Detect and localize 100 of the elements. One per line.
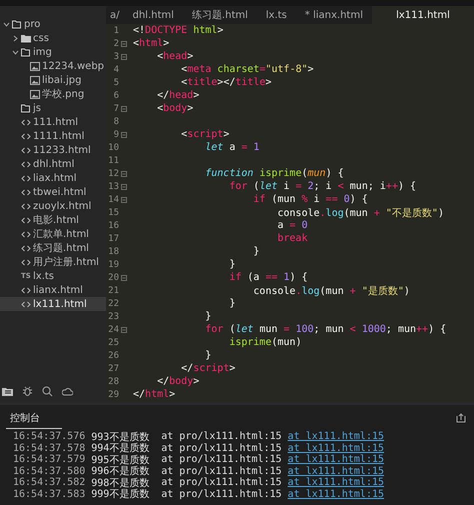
fold-icon[interactable] bbox=[121, 40, 127, 46]
tree-item[interactable]: 电影.html bbox=[0, 213, 106, 227]
editor-tab[interactable]: 练习题.html bbox=[182, 6, 257, 24]
console-tab[interactable]: 控制台 bbox=[6, 407, 62, 429]
code-icon bbox=[21, 216, 31, 224]
bug-icon[interactable] bbox=[22, 386, 33, 396]
fold-icon[interactable] bbox=[121, 106, 127, 112]
tree-item[interactable]: 汇款单.html bbox=[0, 227, 106, 241]
line-number: 9 bbox=[114, 130, 119, 140]
line-number: 22 bbox=[108, 298, 119, 308]
code-editor[interactable] bbox=[106, 24, 474, 402]
image-icon bbox=[30, 76, 40, 84]
code-line: if (mun % i == 0) { bbox=[252, 194, 368, 205]
line-number: 25 bbox=[108, 338, 119, 348]
tree-item[interactable]: 学校.png bbox=[0, 87, 106, 101]
tree-item[interactable]: 11233.html bbox=[0, 143, 106, 157]
code-line: } bbox=[252, 246, 260, 257]
tree-item[interactable]: lx111.html bbox=[0, 297, 106, 311]
code-icon bbox=[21, 188, 31, 196]
tree-item[interactable]: dhl.html bbox=[0, 157, 106, 171]
line-number: 13 bbox=[108, 182, 119, 192]
fold-icon[interactable] bbox=[121, 196, 127, 202]
line-number: 27 bbox=[108, 364, 119, 374]
tree-item[interactable]: liax.html bbox=[0, 171, 106, 185]
fold-icon[interactable] bbox=[121, 132, 127, 138]
line-number: 23 bbox=[108, 312, 119, 322]
log-timestamp: 16:54:37.579 bbox=[13, 454, 86, 466]
line-number: 1 bbox=[114, 26, 119, 36]
log-source: at pro/lx111.html:15 bbox=[161, 466, 282, 477]
cloud-icon[interactable] bbox=[62, 386, 73, 396]
tree-item[interactable]: 12234.webp bbox=[0, 59, 106, 73]
code-icon bbox=[21, 118, 31, 126]
log-message: 993不是质数 bbox=[91, 430, 150, 443]
code-line: </body> bbox=[156, 376, 200, 387]
tree-item[interactable]: 111.html bbox=[0, 115, 106, 129]
source-link[interactable]: at lx111.html:15 bbox=[288, 442, 384, 454]
fold-icon[interactable] bbox=[121, 54, 127, 60]
log-source: at pro/lx111.html:15 bbox=[161, 431, 282, 442]
line-number: 21 bbox=[108, 286, 119, 296]
editor-tab[interactable]: lx111.html bbox=[372, 6, 474, 24]
fold-icon[interactable] bbox=[121, 170, 127, 176]
log-message: 999不是质数 bbox=[91, 488, 150, 502]
code-line: <body> bbox=[156, 103, 194, 114]
file-list-icon[interactable] bbox=[2, 386, 13, 396]
line-number: 24 bbox=[108, 324, 119, 334]
tree-item[interactable]: libai.jpg bbox=[0, 73, 106, 87]
line-number: 11 bbox=[108, 156, 119, 166]
line-number: 3 bbox=[114, 52, 119, 62]
code-line: isprime(mun) bbox=[228, 337, 302, 348]
tree-item[interactable]: 练习题.html bbox=[0, 241, 106, 255]
tree-item[interactable]: js bbox=[0, 101, 106, 115]
line-number: 4 bbox=[114, 64, 119, 74]
source-link[interactable]: at lx111.html:15 bbox=[288, 431, 384, 442]
tree-item[interactable]: lianx.html bbox=[0, 283, 106, 297]
tree-item[interactable]: 用户注册.html bbox=[0, 255, 106, 269]
open-folder-icon bbox=[21, 104, 31, 112]
log-timestamp: 16:54:37.576 bbox=[13, 431, 86, 442]
code-line: <!DOCTYPE html> bbox=[133, 25, 224, 36]
editor-tab[interactable]: dhl.html bbox=[124, 6, 183, 24]
source-link[interactable]: at lx111.html:15 bbox=[288, 488, 384, 500]
log-timestamp: 16:54:37.583 bbox=[13, 488, 86, 500]
code-line: } bbox=[204, 350, 212, 361]
chevron-right-icon[interactable] bbox=[12, 34, 19, 42]
editor-tab[interactable]: lx.ts bbox=[256, 6, 296, 24]
line-number: 29 bbox=[108, 390, 119, 400]
tree-item[interactable]: zuoylx.html bbox=[0, 199, 106, 213]
code-line: <script> bbox=[180, 129, 230, 140]
search-icon[interactable] bbox=[42, 386, 53, 396]
code-line: function isprime(mun) { bbox=[204, 168, 344, 179]
line-number: 7 bbox=[114, 104, 119, 114]
tree-item[interactable]: 1111.html bbox=[0, 129, 106, 143]
editor-tab[interactable]: * lianx.html bbox=[296, 6, 372, 24]
code-icon bbox=[21, 174, 31, 182]
line-number: 8 bbox=[114, 116, 119, 126]
code-line: <title></title> bbox=[180, 77, 272, 88]
fold-icon[interactable] bbox=[121, 274, 127, 280]
log-message: 996不是质数 bbox=[91, 464, 150, 478]
fold-icon[interactable] bbox=[121, 184, 127, 190]
fold-icon[interactable] bbox=[121, 326, 127, 332]
source-link[interactable]: at lx111.html:15 bbox=[288, 454, 384, 466]
log-timestamp: 16:54:37.578 bbox=[13, 442, 86, 454]
tree-item[interactable]: img bbox=[0, 45, 106, 59]
chevron-down-icon[interactable] bbox=[12, 48, 19, 56]
tree-item[interactable]: css bbox=[0, 31, 106, 45]
line-number: 18 bbox=[108, 246, 119, 256]
code-line: } bbox=[228, 259, 236, 270]
chevron-down-icon[interactable] bbox=[3, 20, 10, 28]
line-number: 12 bbox=[108, 168, 119, 178]
tree-item[interactable]: pro bbox=[0, 17, 106, 31]
code-line: break bbox=[276, 233, 308, 244]
code-icon bbox=[21, 244, 31, 252]
source-link[interactable]: at lx111.html:15 bbox=[288, 477, 384, 488]
tree-item[interactable]: tbwei.html bbox=[0, 185, 106, 199]
code-line: <head> bbox=[156, 51, 194, 62]
code-icon bbox=[21, 286, 31, 294]
editor-tab[interactable]: a/ bbox=[106, 6, 124, 24]
source-link[interactable]: at lx111.html:15 bbox=[288, 466, 384, 477]
export-icon[interactable] bbox=[456, 413, 466, 423]
line-number: 20 bbox=[108, 272, 119, 282]
code-line: } bbox=[204, 311, 212, 322]
